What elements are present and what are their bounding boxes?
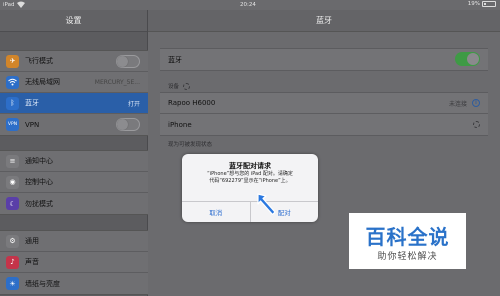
alert-button-row: 取消 配对 bbox=[182, 201, 318, 222]
sidebar-item-general[interactable]: ⚙ 通用 bbox=[0, 231, 148, 252]
cancel-button[interactable]: 取消 bbox=[182, 202, 251, 222]
vpn-icon: VPN bbox=[6, 118, 19, 131]
watermark-slogan: 助你轻松解决 bbox=[377, 252, 438, 262]
devices-section-header: 设备 bbox=[168, 82, 191, 90]
device-row[interactable]: Rapoo H6000 未连接 i bbox=[160, 93, 488, 114]
device-name: iPhone bbox=[168, 120, 192, 129]
sidebar-item-label: 通知中心 bbox=[25, 157, 53, 165]
status-bar: iPad 20:24 19% bbox=[0, 0, 500, 10]
sidebar-group-general: ⚙ 通用 ♪ 声音 ☀ 墙纸与亮度 bbox=[0, 230, 148, 295]
airplane-icon: ✈ bbox=[6, 54, 19, 68]
sidebar-item-label: 勿扰模式 bbox=[25, 199, 53, 208]
detail-title: 蓝牙 bbox=[148, 10, 500, 32]
alert-message-line-1: “iPhone”想与您的 iPad 配对。请确定 bbox=[207, 171, 293, 177]
devices-header-label: 设备 bbox=[168, 84, 180, 90]
sidebar-item-do-not-disturb[interactable]: ☾ 勿扰模式 bbox=[0, 193, 148, 214]
bluetooth-pairing-alert: 蓝牙配对请求 “iPhone”想与您的 iPad 配对。请确定 代码“69227… bbox=[182, 154, 318, 222]
settings-sidebar: 设置 ✈ 飞行模式 无线局域网 MERCURY_5E... ᛒ 蓝牙 打开 VP… bbox=[0, 10, 148, 296]
sidebar-item-label: 墙纸与亮度 bbox=[25, 279, 60, 288]
notification-center-icon: ≡ bbox=[6, 154, 19, 168]
bluetooth-toggle-card: 蓝牙 bbox=[160, 48, 488, 71]
devices-list: Rapoo H6000 未连接 i iPhone bbox=[160, 92, 488, 136]
sidebar-item-vpn[interactable]: VPN VPN bbox=[0, 114, 148, 135]
sidebar-title: 设置 bbox=[0, 10, 147, 32]
sidebar-item-label: 通用 bbox=[25, 237, 39, 245]
device-name: Rapoo H6000 bbox=[168, 99, 216, 107]
wifi-icon bbox=[6, 75, 19, 89]
device-status: 未连接 i bbox=[449, 99, 480, 108]
sidebar-item-sounds[interactable]: ♪ 声音 bbox=[0, 252, 148, 273]
wifi-network-name: MERCURY_5E... bbox=[94, 78, 140, 86]
sidebar-item-control-center[interactable]: ◉ 控制中心 bbox=[0, 172, 148, 193]
gear-icon: ⚙ bbox=[6, 234, 19, 248]
status-right: 19% bbox=[468, 1, 496, 7]
sidebar-item-label: 飞行模式 bbox=[25, 57, 53, 65]
info-icon[interactable]: i bbox=[472, 99, 480, 107]
discoverable-note: 现为可被发现状态 bbox=[168, 142, 213, 148]
alert-message: “iPhone”想与您的 iPad 配对。请确定 代码“692279”显示在“i… bbox=[188, 171, 312, 185]
sound-icon: ♪ bbox=[6, 255, 19, 269]
clock: 20:24 bbox=[240, 2, 256, 8]
watermark-brand: 百科全说 bbox=[365, 225, 450, 249]
sidebar-item-notification-center[interactable]: ≡ 通知中心 bbox=[0, 151, 148, 172]
sidebar-group-connectivity: ✈ 飞行模式 无线局域网 MERCURY_5E... ᛒ 蓝牙 打开 VPN V… bbox=[0, 50, 148, 136]
bluetooth-icon: ᛒ bbox=[6, 96, 19, 110]
brightness-icon: ☀ bbox=[6, 277, 19, 290]
sidebar-item-wifi[interactable]: 无线局域网 MERCURY_5E... bbox=[0, 72, 148, 93]
alert-message-line-2: 代码“692279”显示在“iPhone”上。 bbox=[209, 178, 291, 184]
pointer-arrow-icon bbox=[257, 193, 276, 216]
sidebar-group-notifications: ≡ 通知中心 ◉ 控制中心 ☾ 勿扰模式 bbox=[0, 150, 148, 215]
bluetooth-toggle[interactable] bbox=[455, 52, 480, 66]
bluetooth-label: 蓝牙 bbox=[168, 55, 182, 64]
carrier-label: iPad bbox=[3, 2, 15, 8]
battery-percent: 19% bbox=[467, 1, 480, 7]
sidebar-item-label: 无线局域网 bbox=[25, 78, 60, 86]
airplane-mode-toggle[interactable] bbox=[116, 55, 140, 68]
device-status bbox=[473, 121, 480, 128]
device-status-text: 未连接 bbox=[448, 100, 467, 108]
sidebar-item-label: 控制中心 bbox=[25, 178, 53, 186]
control-center-icon: ◉ bbox=[6, 175, 19, 189]
sidebar-item-airplane-mode[interactable]: ✈ 飞行模式 bbox=[0, 51, 148, 72]
sidebar-item-label: 声音 bbox=[25, 258, 39, 266]
sidebar-item-wallpaper-brightness[interactable]: ☀ 墙纸与亮度 bbox=[0, 273, 148, 294]
connecting-spinner-icon bbox=[473, 121, 480, 128]
bluetooth-row: 蓝牙 bbox=[160, 49, 488, 70]
vpn-toggle[interactable] bbox=[116, 118, 140, 131]
sidebar-item-label: 蓝牙 bbox=[25, 99, 39, 107]
wifi-signal-icon bbox=[17, 1, 25, 8]
searching-spinner-icon bbox=[183, 82, 191, 90]
sidebar-item-label: VPN bbox=[25, 120, 40, 129]
bluetooth-status: 打开 bbox=[127, 100, 140, 108]
moon-icon: ☾ bbox=[6, 197, 19, 210]
brand-watermark: 百科全说 助你轻松解决 bbox=[349, 213, 466, 269]
battery-icon bbox=[482, 1, 496, 7]
sidebar-item-bluetooth[interactable]: ᛒ 蓝牙 打开 bbox=[0, 93, 148, 114]
device-row[interactable]: iPhone bbox=[160, 114, 488, 135]
alert-title: 蓝牙配对请求 bbox=[229, 162, 271, 170]
